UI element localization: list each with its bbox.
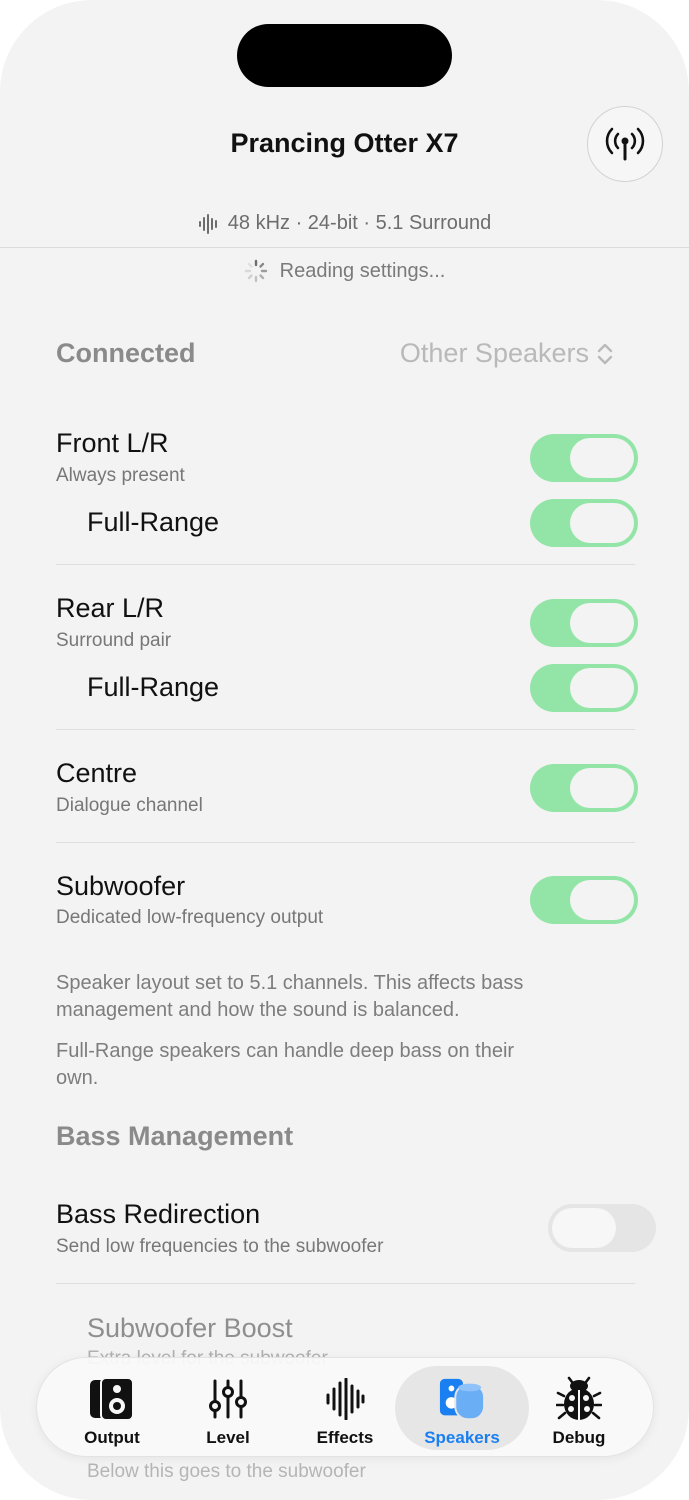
tab-output[interactable]: Output [45,1366,179,1450]
subwoofer-toggle[interactable] [530,876,638,924]
full-range-note: Full-Range speakers can handle deep bass… [56,1040,515,1089]
centre-title: Centre [56,758,138,788]
rear-lr-subtitle: Surround pair [56,630,172,651]
toggle-knob [552,1208,616,1248]
format-info: 48 kHz · 24-bit · 5.1 Surround [0,212,689,235]
row-divider [56,842,635,843]
rear-lr-title: Rear L/R [56,593,165,623]
centre-subtitle: Dialogue channel [56,795,203,816]
toggle-knob [570,768,634,808]
tab-level[interactable]: Level [161,1366,295,1450]
bass-redirection-subtitle: Send low frequencies to the subwoofer [56,1236,384,1257]
tab-speakers[interactable]: Speakers [395,1366,529,1450]
other-speakers-picker[interactable]: Other Speakers [400,338,613,369]
row-divider [56,1283,635,1284]
tab-effects[interactable]: Effects [278,1366,412,1450]
antenna-icon [605,127,645,161]
row-divider [56,729,635,730]
header-divider [0,247,689,248]
toggle-knob [570,668,634,708]
front-full-range-label: Full-Range [87,507,220,537]
front-lr-title: Front L/R [56,428,169,458]
loading-status: Reading settings... [0,259,689,283]
bass-redirection-title: Bass Redirection [56,1199,261,1229]
tab-effects-label: Effects [316,1428,374,1447]
subwoofer-subtitle: Dedicated low-frequency output [56,907,324,928]
waveform-icon [321,1376,369,1422]
tab-bar: Output Level Effects Speakers Debug [36,1357,654,1457]
front-full-range-toggle[interactable] [530,499,638,547]
crossover-note: Below this goes to the subwoofer [87,1461,366,1482]
front-lr-subtitle: Always present [56,465,185,486]
front-lr-toggle[interactable] [530,434,638,482]
rear-full-range-toggle[interactable] [530,664,638,712]
toggle-knob [570,880,634,920]
chevron-up-down-icon [597,343,613,364]
sliders-icon [204,1376,252,1422]
rear-full-range-label: Full-Range [87,672,220,702]
tab-level-label: Level [206,1428,250,1447]
subwoofer-title: Subwoofer [56,871,186,901]
centre-toggle[interactable] [530,764,638,812]
row-divider [56,564,635,565]
speaker-box-icon [88,1376,136,1422]
rear-lr-toggle[interactable] [530,599,638,647]
ladybug-icon [555,1376,603,1422]
page-title: Prancing Otter X7 [230,128,459,158]
toggle-knob [570,503,634,543]
bass-management-heading: Bass Management [56,1121,294,1151]
format-text: 48 kHz · 24-bit · 5.1 Surround [227,212,492,234]
status-text: Reading settings... [279,259,446,282]
tab-output-label: Output [84,1428,140,1447]
toggle-knob [570,438,634,478]
bass-redirection-toggle[interactable] [548,1204,656,1252]
subwoofer-boost-title: Subwoofer Boost [87,1313,293,1343]
toggle-knob [570,603,634,643]
antenna-button[interactable] [587,106,663,182]
tab-debug-label: Debug [552,1428,606,1447]
app-screen: Prancing Otter X7 48 kHz · 24-bit · 5.1 … [0,0,689,1500]
spinner-icon [244,259,267,283]
tab-speakers-label: Speakers [424,1428,500,1447]
tab-debug[interactable]: Debug [512,1366,646,1450]
connected-heading: Connected [56,338,196,368]
other-speakers-label: Other Speakers [399,338,589,368]
layout-note: Speaker layout set to 5.1 channels. This… [56,972,524,1021]
waveform-small-icon [198,213,217,234]
homepod-speakers-icon [438,1376,486,1422]
dynamic-island [237,24,452,87]
